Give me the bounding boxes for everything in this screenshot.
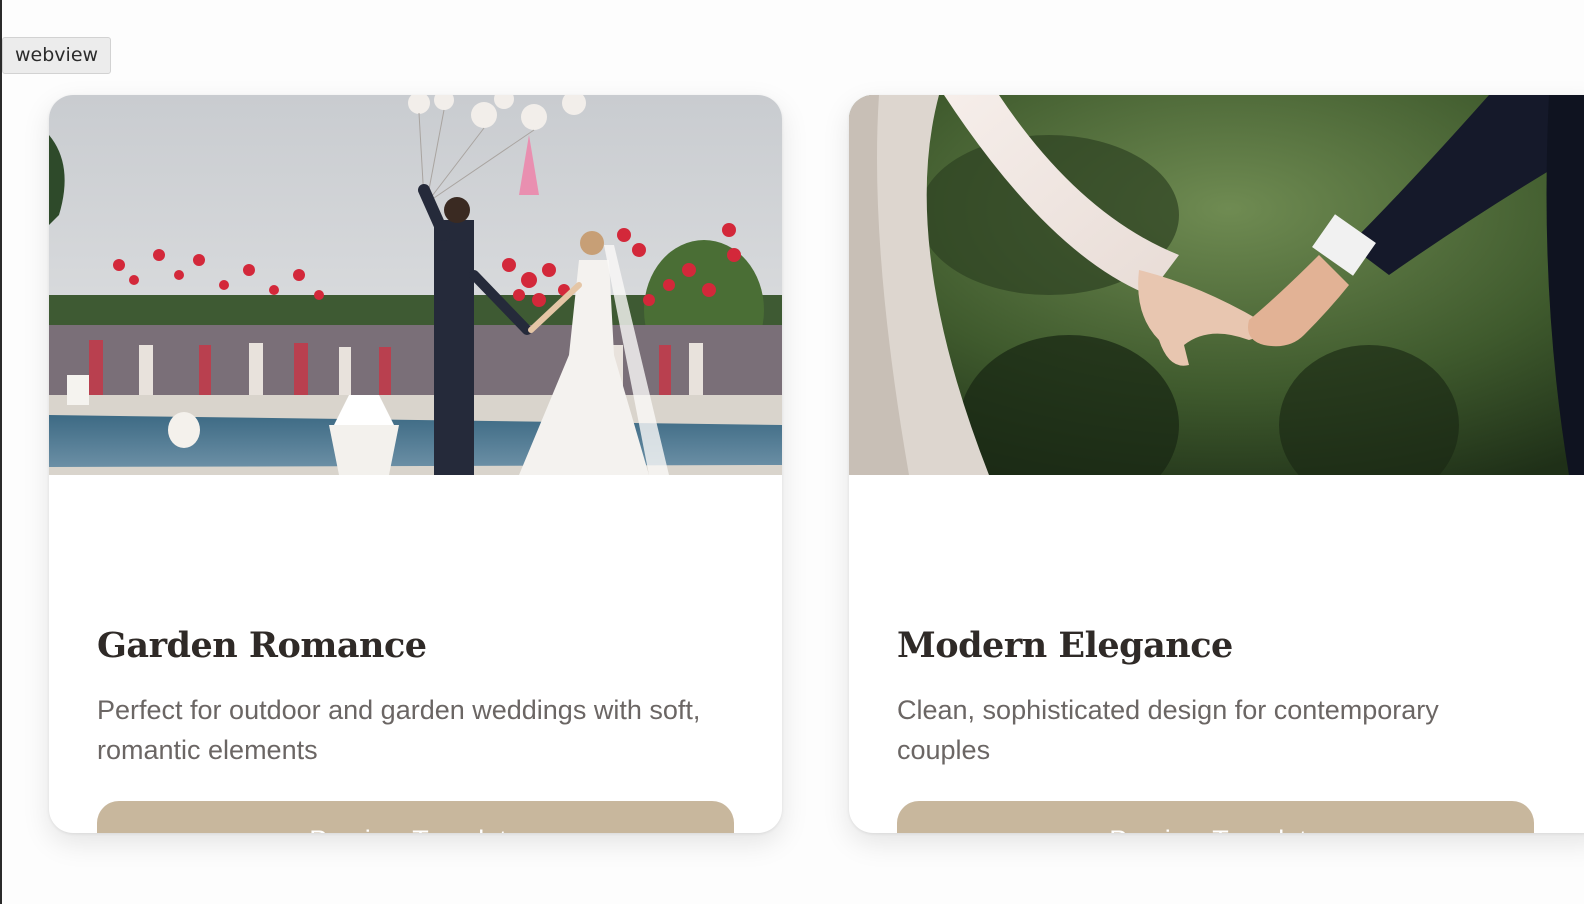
page: webview Garden Romance Perfect for outdo… — [0, 0, 1584, 904]
template-card-modern-elegance[interactable]: Modern Elegance Clean, sophisticated des… — [849, 95, 1584, 833]
template-description: Perfect for outdoor and garden weddings … — [97, 695, 701, 765]
template-title: Garden Romance — [97, 625, 427, 666]
template-photo-holding-hands — [849, 95, 1584, 475]
template-card-garden-romance[interactable]: Garden Romance Perfect for outdoor and g… — [49, 95, 782, 833]
preview-template-button[interactable]: Preview Template — [97, 801, 734, 833]
template-title: Modern Elegance — [897, 625, 1233, 666]
preview-template-button[interactable]: Preview Template — [897, 801, 1534, 833]
window-edge — [0, 0, 2, 904]
template-photo-wedding-balloons — [49, 95, 782, 475]
webview-label: webview — [2, 37, 112, 74]
template-description: Clean, sophisticated design for contempo… — [897, 695, 1439, 765]
